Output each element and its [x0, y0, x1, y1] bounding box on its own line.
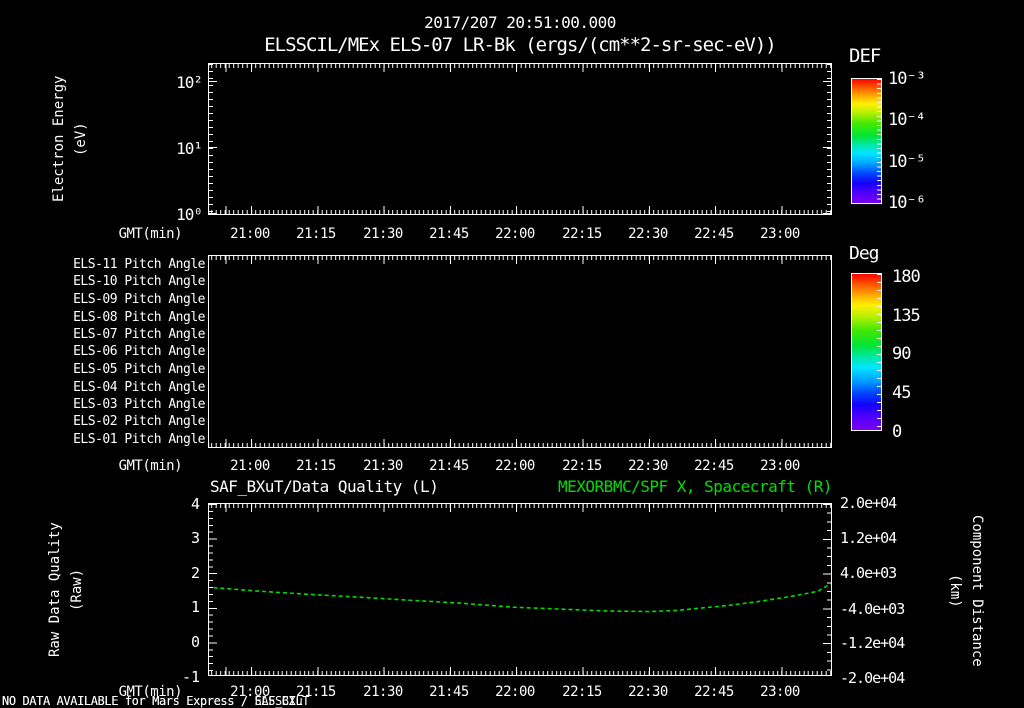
xtick-label: 23:00: [760, 226, 800, 242]
pitch-row-label: ELS-11 Pitch Angle: [73, 257, 205, 272]
spacecraft-x-plot: [213, 582, 831, 613]
y-minor-ticks: [209, 64, 213, 214]
x-minor-ticks: [209, 256, 831, 260]
distance-ytick: 4.0e+03: [840, 564, 897, 582]
pitch-row-label: ELS-08 Pitch Angle: [73, 310, 205, 325]
xtick-label: 22:00: [495, 458, 535, 474]
xtick-label: 22:30: [628, 226, 668, 242]
pitch-row-label: ELS-01 Pitch Angle: [73, 432, 205, 447]
title-datetime: 2017/207 20:51:00.000: [424, 13, 616, 32]
def-colorbar-title: DEF: [849, 45, 881, 67]
plot-canvas: 2017/207 20:51:00.000 ELSSCIL/MEx ELS-07…: [0, 0, 1024, 708]
deg-colorbar-tick: 45: [892, 383, 912, 403]
x-minor-ticks: [209, 443, 831, 447]
panel-pitch-angles: [208, 255, 832, 448]
xtick-label: 22:15: [562, 226, 602, 242]
deg-colorbar-ticks: [877, 274, 881, 430]
xtick-label: 23:00: [760, 684, 800, 700]
x-major-ticks: [209, 206, 831, 214]
title-instrument: ELSSCIL/MEx ELS-07 LR-Bk (ergs/(cm**2-sr…: [264, 34, 777, 56]
pitch-row-label: ELS-04 Pitch Angle: [73, 380, 205, 395]
xtick-label: 21:15: [296, 226, 336, 242]
xtick-label: 22:00: [495, 226, 535, 242]
distance-ytick: 1.2e+04: [840, 529, 897, 547]
def-colorbar-tick: 10⁻⁵: [888, 152, 926, 172]
pitch-row-label: ELS-05 Pitch Angle: [73, 362, 205, 377]
gmt-axis-label: GMT(min): [118, 458, 183, 474]
xtick-label: 22:15: [562, 684, 602, 700]
quality-ytick: 3: [190, 529, 200, 547]
xtick-label: 22:45: [694, 684, 734, 700]
deg-colorbar-tick: 135: [892, 306, 921, 326]
x-tick-labels: 21:00 21:15 21:30 21:45 22:00 22:15 22:3…: [208, 226, 832, 244]
pitch-row-label: ELS-02 Pitch Angle: [73, 414, 205, 429]
pitch-row-label: ELS-03 Pitch Angle: [73, 397, 205, 412]
xtick-label: 22:45: [694, 458, 734, 474]
xtick-label: 22:30: [628, 684, 668, 700]
xtick-label: 21:30: [363, 226, 403, 242]
def-colorbar-ticks: [877, 79, 881, 203]
quality-ytick: 0: [190, 633, 200, 651]
xtick-label: 21:30: [363, 458, 403, 474]
xtick-label: 22:45: [694, 226, 734, 242]
deg-colorbar-tick: 0: [892, 422, 902, 442]
panel-quality-distance: [208, 503, 832, 676]
xtick-label: 22:30: [628, 458, 668, 474]
xtick-label: 21:45: [429, 684, 469, 700]
xtick-label: 23:00: [760, 458, 800, 474]
y-major-ticks: [823, 64, 831, 214]
quality-ytick: 4: [190, 495, 200, 513]
pitch-row-label: ELS-10 Pitch Angle: [73, 274, 205, 289]
deg-colorbar: [851, 273, 882, 431]
def-colorbar-tick: 10⁻³: [888, 69, 926, 89]
pitch-row-label: ELS-07 Pitch Angle: [73, 327, 205, 342]
xtick-label: 22:15: [562, 458, 602, 474]
xtick-label: 21:45: [429, 226, 469, 242]
x-major-ticks: [209, 256, 831, 264]
def-colorbar: [851, 78, 882, 204]
xtick-label: 21:30: [363, 684, 403, 700]
distance-axis-label: Component Distance (km): [947, 515, 985, 667]
def-colorbar-tick: 10⁻⁶: [888, 193, 926, 213]
deg-colorbar-title: Deg: [849, 243, 879, 264]
xtick-label: 21:45: [429, 458, 469, 474]
deg-colorbar-tick: 180: [892, 267, 921, 287]
distance-ytick: 2.0e+04: [840, 494, 897, 512]
distance-ytick: -4.0e+03: [840, 600, 905, 618]
panel-energy-spectrogram: [208, 63, 832, 215]
no-data-message: NO DATA AVAILABLE for Mars Express / SAF…: [2, 694, 310, 708]
x-major-ticks: [209, 439, 831, 447]
y-minor-ticks: [827, 64, 831, 214]
def-colorbar-tick: 10⁻⁴: [888, 110, 926, 130]
spacecraft-x-curve: [213, 582, 831, 613]
x-major-ticks: [209, 64, 831, 72]
deg-colorbar-tick: 90: [892, 344, 912, 364]
xtick-label: 21:15: [296, 458, 336, 474]
pitch-row-labels: ELS-11 Pitch Angle ELS-10 Pitch Angle EL…: [55, 0, 205, 460]
pitch-row-label: ELS-06 Pitch Angle: [73, 344, 205, 359]
quality-title-right: MEXORBMC/SPF X, Spacecraft (R): [558, 477, 832, 496]
pitch-row-label: ELS-09 Pitch Angle: [73, 292, 205, 307]
xtick-label: 22:00: [495, 684, 535, 700]
x-minor-ticks: [209, 210, 831, 214]
quality-ytick: 2: [190, 564, 200, 582]
x-minor-ticks: [209, 64, 831, 68]
quality-axis-label: Raw Data Quality (Raw): [47, 522, 85, 657]
distance-ytick: -2.0e+04: [840, 669, 905, 687]
quality-ytick: 1: [190, 598, 200, 616]
x-tick-labels: 21:00 21:15 21:30 21:45 22:00 22:15 22:3…: [208, 458, 832, 476]
xtick-label: 21:00: [230, 226, 270, 242]
distance-ytick: -1.2e+04: [840, 634, 905, 652]
xtick-label: 21:00: [230, 458, 270, 474]
y-major-ticks: [209, 64, 217, 214]
